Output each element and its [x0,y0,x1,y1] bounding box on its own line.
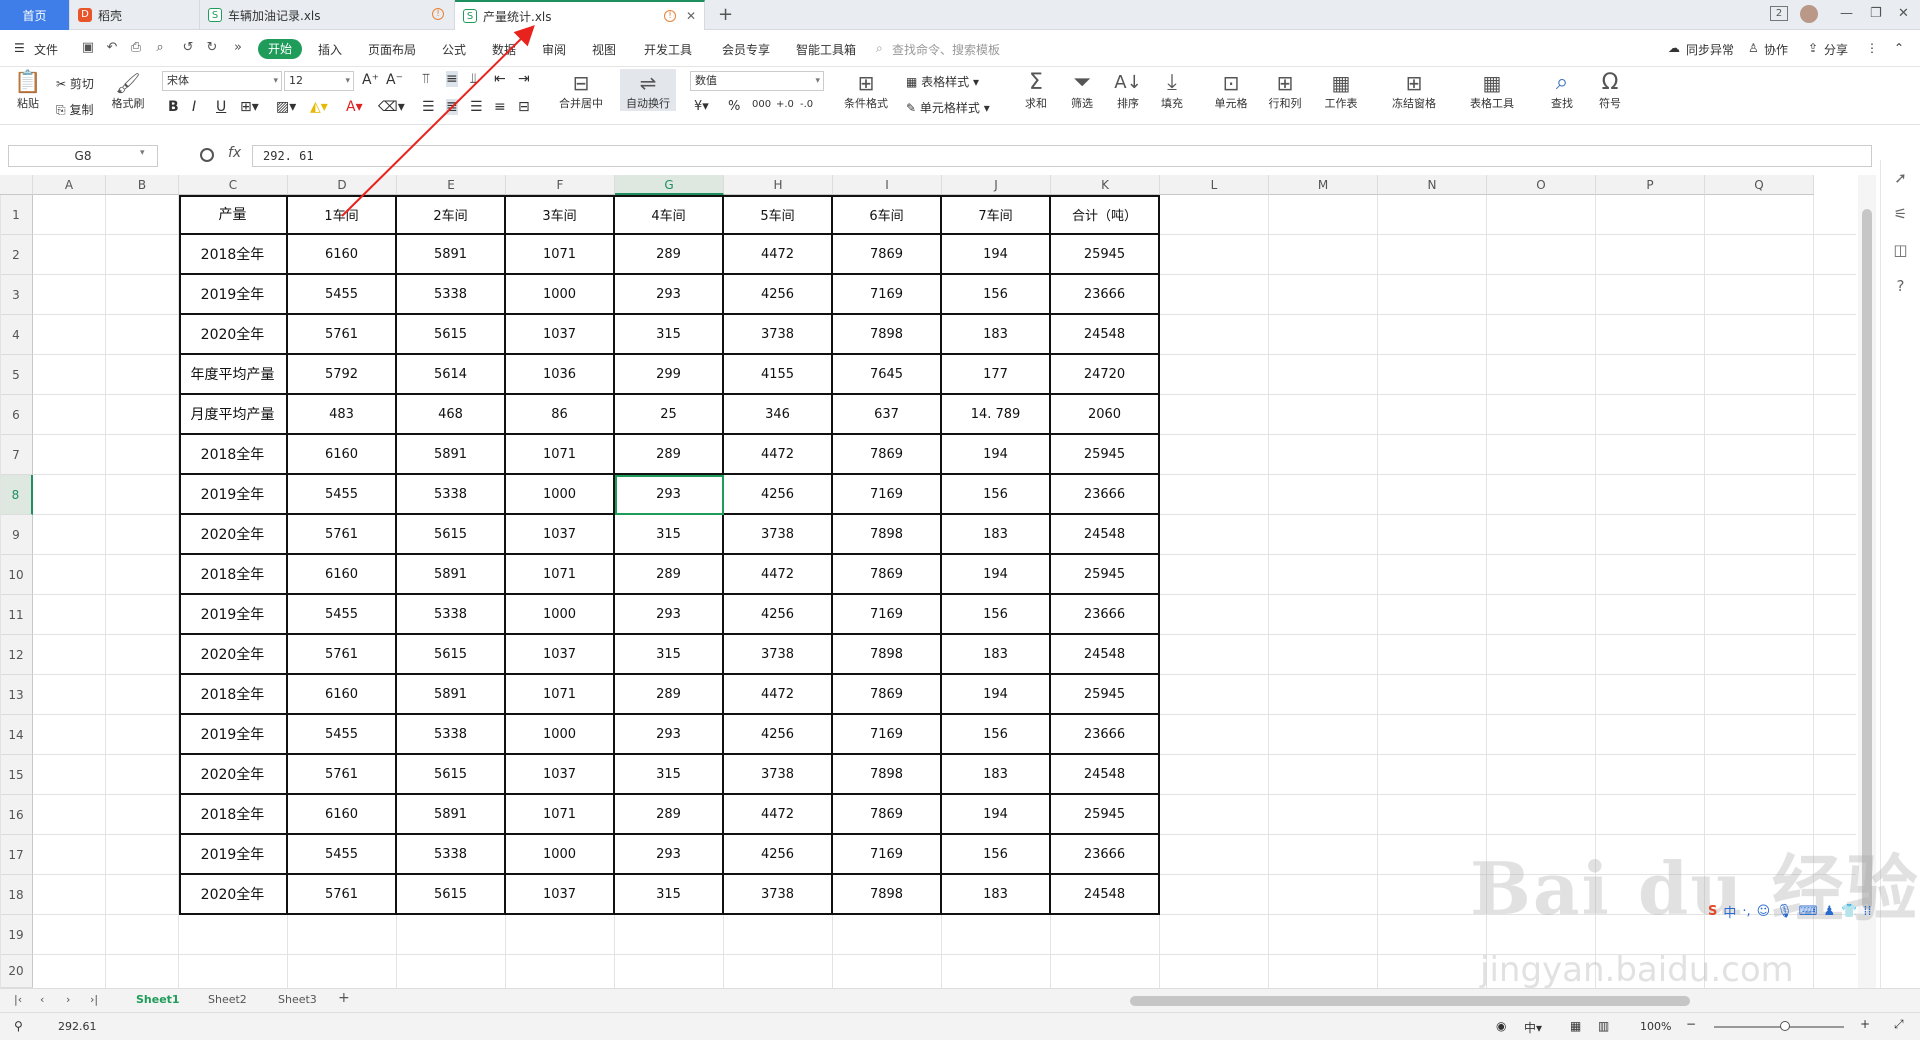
ime-status-icon[interactable]: 中▾ [1524,1019,1542,1036]
sheet-tab-1[interactable]: Sheet1 [136,993,180,1006]
zoom-slider-knob[interactable] [1780,1021,1790,1031]
scroll-thumb[interactable] [1862,209,1872,909]
shape-icon[interactable]: ◫ [1881,232,1920,268]
sogou-logo-icon: S [1708,903,1718,919]
settings-sliders-icon[interactable]: ⚟ [1881,196,1920,232]
status-bar: ⚲ 292.61 ◉ 中▾ ▦ ▥ 100% − + ⤢ [0,1012,1920,1040]
ime-skin-icon[interactable]: 👕 [1841,904,1857,919]
ime-mic-icon[interactable]: 🎙 [1776,904,1793,919]
zoom-out-icon[interactable]: − [1686,1017,1696,1031]
add-sheet-icon[interactable]: + [338,990,350,1006]
help-icon[interactable]: ? [1881,268,1920,304]
ime-emoji-icon[interactable]: ☺ [1757,904,1771,919]
zoom-slider[interactable] [1714,1026,1844,1028]
normal-view-icon[interactable]: ▦ [1570,1019,1581,1033]
sheet-tab-bar: |‹ ‹ › ›| Sheet1 Sheet2 Sheet3 + [0,988,1920,1012]
prev-sheet-icon[interactable]: ‹ [40,993,44,1006]
status-value: 292.61 [58,1020,97,1033]
ime-grid-icon[interactable]: ⁞⁞ [1863,904,1871,919]
ime-keyboard-icon[interactable]: ⌨ [1799,904,1818,919]
eye-protect-icon[interactable]: ◉ [1496,1019,1506,1033]
zoom-in-icon[interactable]: + [1860,1017,1870,1031]
cell-mode-icon[interactable]: ⚲ [14,1019,23,1033]
horizontal-scroll-thumb[interactable] [1130,996,1690,1006]
page-view-icon[interactable]: ▥ [1598,1019,1609,1033]
ime-toolbar: S 中 ·, ☺ 🎙 ⌨ ♟ 👕 ⁞⁞ [1708,900,1872,922]
ime-user-icon[interactable]: ♟ [1824,904,1836,919]
first-sheet-icon[interactable]: |‹ [14,993,22,1006]
fullscreen-icon[interactable]: ⤢ [1894,1017,1904,1032]
baidu-watermark-url: jingyan.baidu.com [1480,950,1794,990]
zoom-level[interactable]: 100% [1640,1020,1671,1033]
select-cursor-icon[interactable]: ➚ [1881,160,1920,196]
sheet-tab-2[interactable]: Sheet2 [208,993,247,1006]
ime-punct-icon[interactable]: ·, [1742,904,1750,919]
ime-chinese-icon[interactable]: 中 [1723,902,1736,921]
next-sheet-icon[interactable]: › [66,993,70,1006]
last-sheet-icon[interactable]: ›| [90,993,98,1006]
sheet-tab-3[interactable]: Sheet3 [278,993,317,1006]
